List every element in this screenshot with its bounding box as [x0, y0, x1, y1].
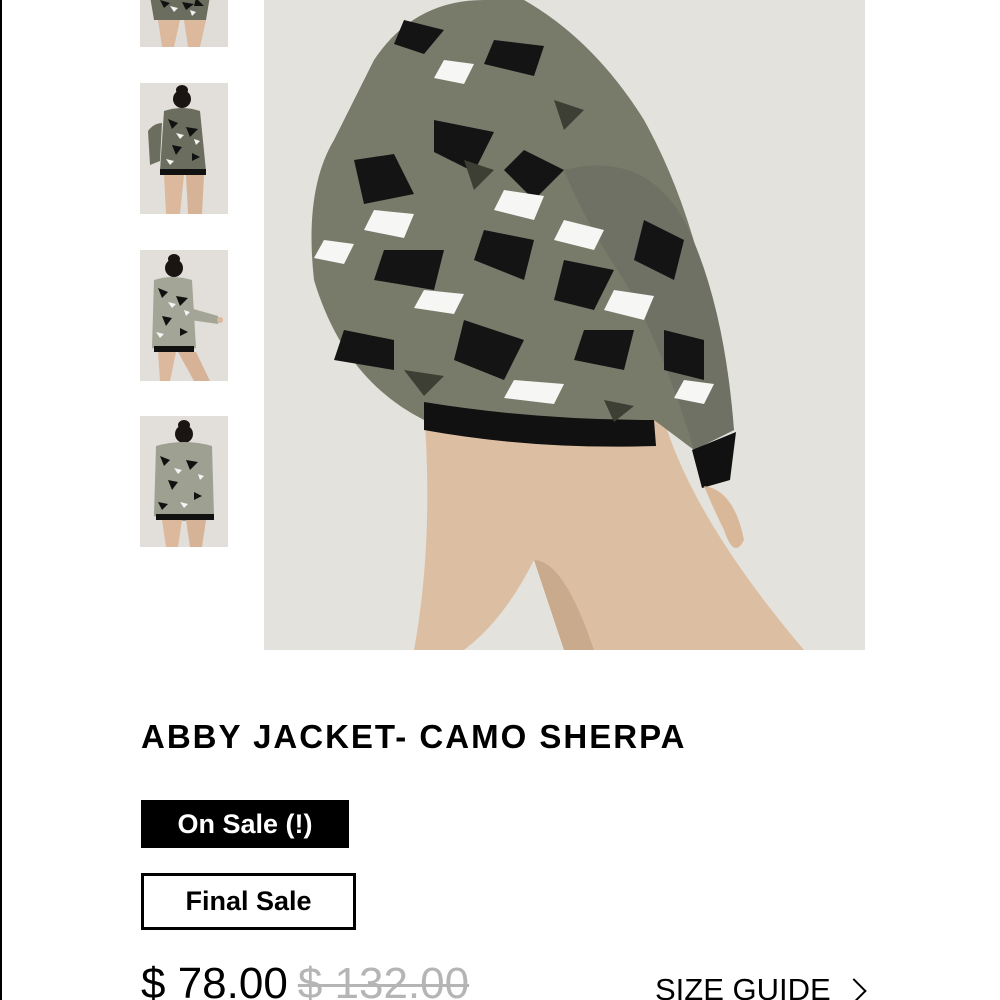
size-guide-label: SIZE GUIDE	[655, 972, 831, 1000]
size-guide-link[interactable]: SIZE GUIDE	[655, 972, 867, 1000]
price-row: $ 78.00 $ 132.00	[141, 962, 469, 1000]
thumbnail-2-image	[140, 83, 228, 214]
current-price: $ 78.00	[141, 959, 288, 1000]
thumbnail-4[interactable]	[140, 416, 228, 547]
thumbnail-1-image	[140, 0, 228, 47]
thumbnail-3[interactable]	[140, 250, 228, 381]
on-sale-badge: On Sale (!)	[141, 800, 349, 848]
final-sale-badge-label: Final Sale	[185, 886, 312, 916]
thumbnail-3-image	[140, 250, 228, 381]
main-product-image[interactable]	[264, 0, 865, 650]
main-product-photo	[264, 0, 865, 650]
thumbnail-4-image	[140, 416, 228, 547]
on-sale-badge-label: On Sale (!)	[177, 808, 313, 839]
original-price: $ 132.00	[297, 959, 470, 1000]
final-sale-badge: Final Sale	[141, 873, 356, 930]
chevron-right-icon	[840, 978, 867, 1000]
thumbnail-1[interactable]	[140, 0, 228, 47]
product-title: ABBY JACKET- CAMO SHERPA	[141, 718, 687, 755]
product-page: ABBY JACKET- CAMO SHERPA On Sale (!) Fin…	[0, 0, 1000, 1000]
thumbnail-2[interactable]	[140, 83, 228, 214]
